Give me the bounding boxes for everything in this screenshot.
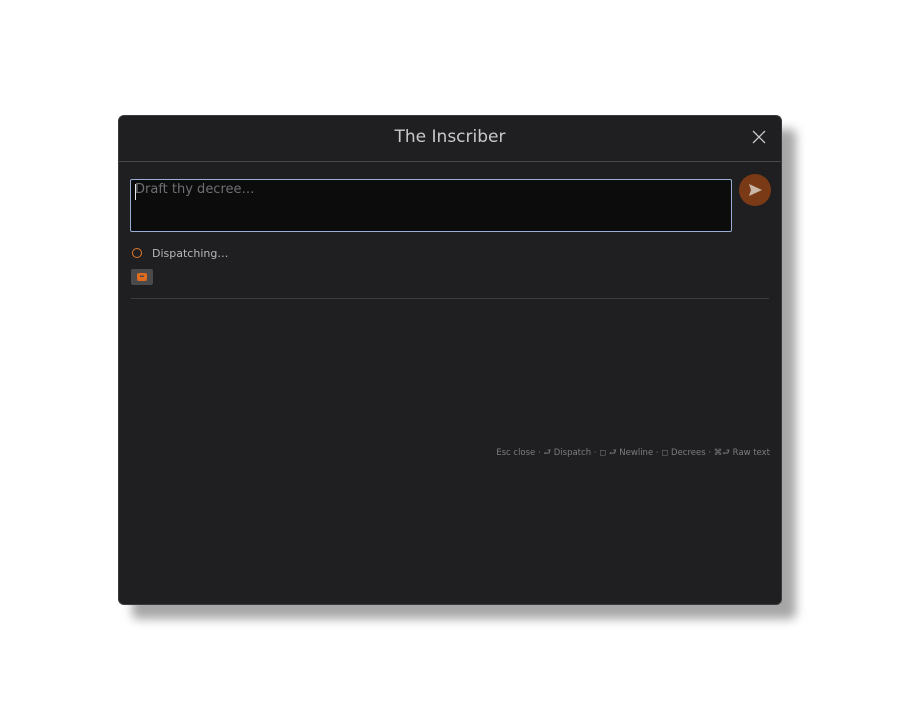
- decree-editor[interactable]: [130, 179, 732, 232]
- inscriber-dialog: The Inscriber Dispatching… Esc close · ⮐…: [118, 115, 782, 605]
- attachment-chip[interactable]: [131, 269, 153, 285]
- close-icon: [752, 130, 766, 144]
- decree-input[interactable]: [135, 182, 727, 229]
- dispatch-status: Dispatching…: [132, 245, 228, 261]
- keyboard-hints: Esc close · ⮐ Dispatch · ◻ ⮐ Newline · ◻…: [496, 448, 770, 458]
- dialog-title: The Inscriber: [394, 127, 506, 147]
- send-button[interactable]: [739, 174, 771, 206]
- divider: [131, 298, 769, 299]
- archive-box-icon: [137, 273, 147, 281]
- status-ring-icon: [132, 248, 142, 258]
- send-icon: [749, 184, 762, 196]
- close-button[interactable]: [751, 129, 767, 145]
- status-text: Dispatching…: [152, 246, 229, 260]
- text-caret: [135, 184, 136, 200]
- dialog-titlebar: The Inscriber: [119, 116, 781, 162]
